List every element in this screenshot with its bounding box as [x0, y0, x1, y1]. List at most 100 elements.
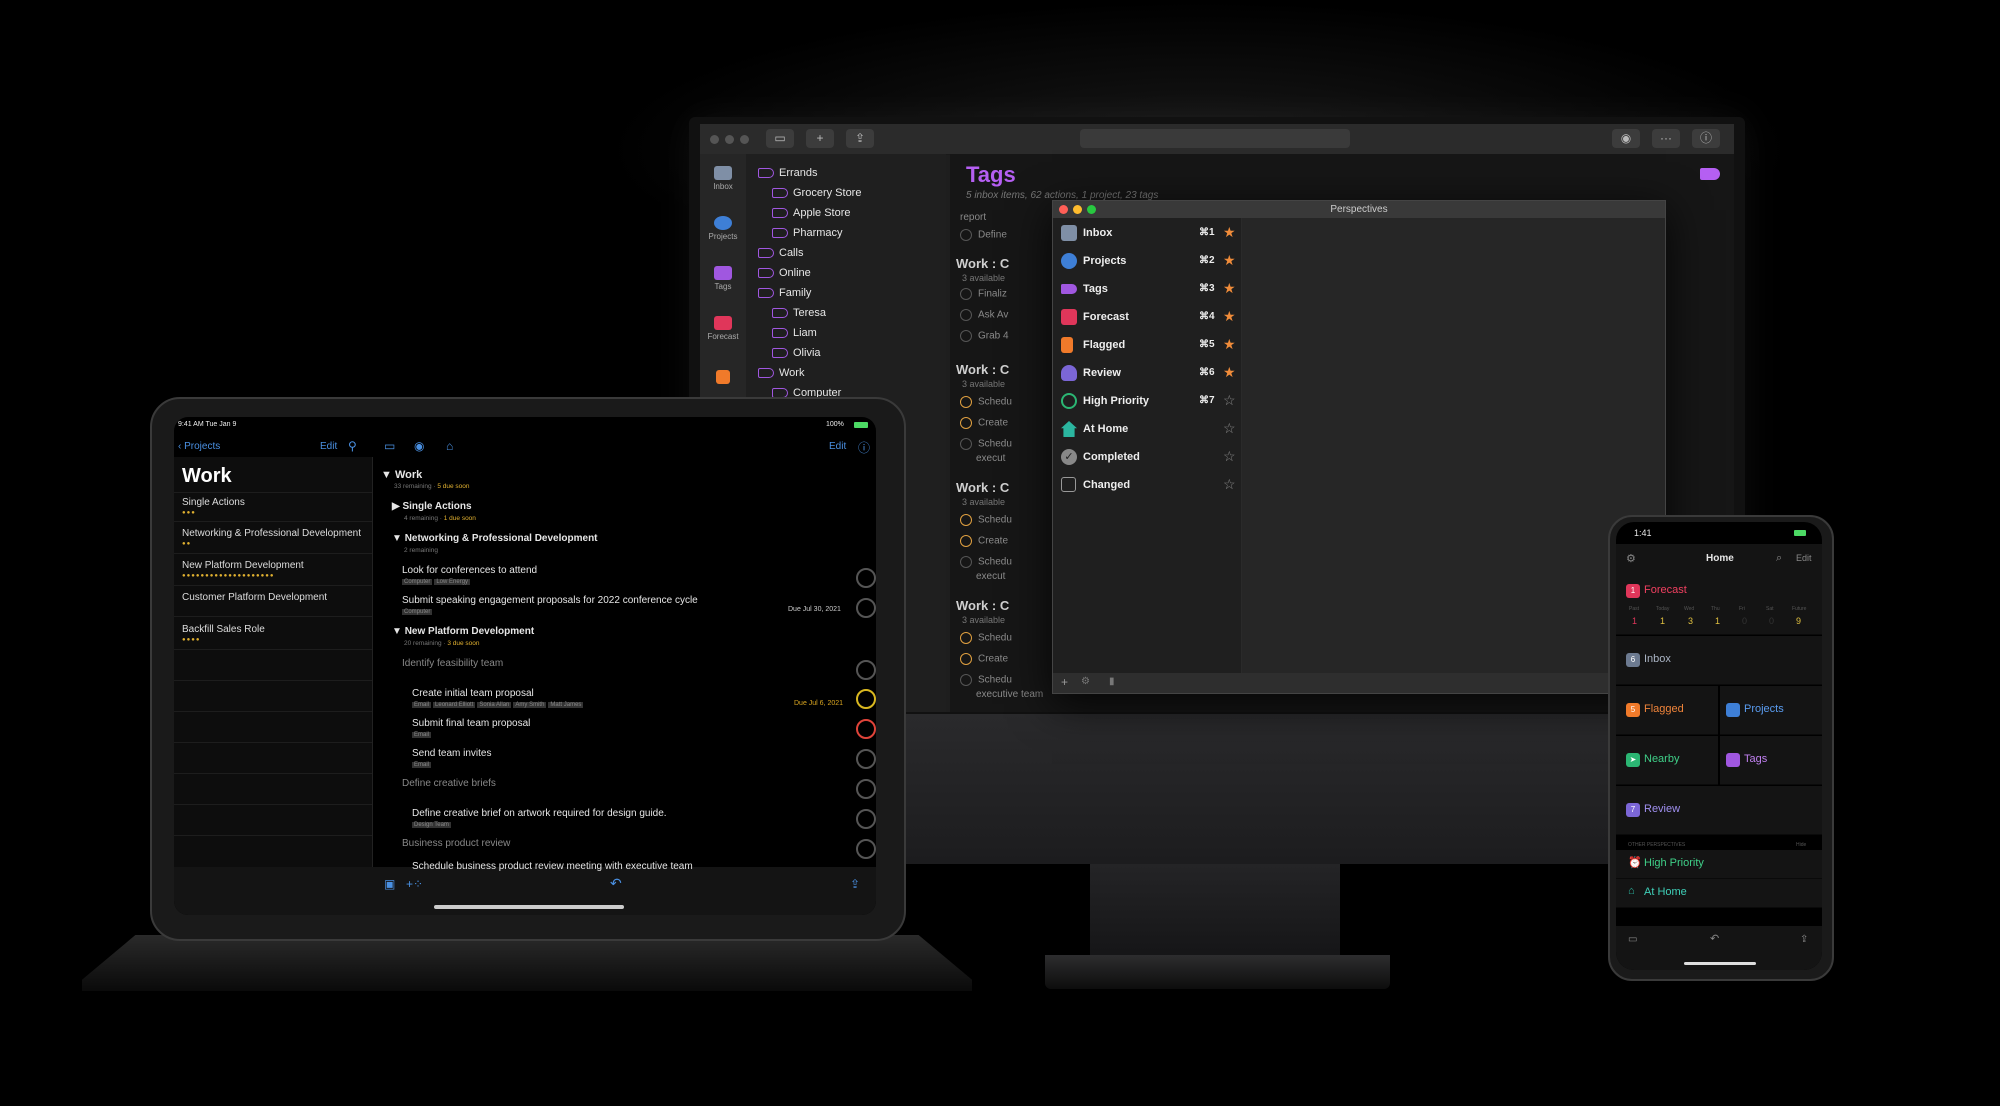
- list-item[interactable]: Define: [960, 229, 1007, 241]
- zoom-window-button[interactable]: [740, 135, 749, 144]
- tag-icon[interactable]: ▭: [1628, 934, 1637, 945]
- checkbox-circle-icon[interactable]: [960, 653, 972, 665]
- checkbox-circle-icon[interactable]: [960, 330, 972, 342]
- list-item[interactable]: Grab 4: [960, 330, 1009, 342]
- task-checkbox[interactable]: [856, 598, 876, 618]
- star-outline-icon[interactable]: ☆: [1223, 392, 1236, 409]
- perspective-card-flagged[interactable]: 5 Flagged: [1616, 686, 1718, 735]
- checkbox-circle-icon[interactable]: [960, 438, 972, 450]
- perspective-item-review[interactable]: Review ⌘6 ★: [1053, 360, 1241, 388]
- hide-button[interactable]: Hide: [1796, 842, 1806, 848]
- task-row[interactable]: Schedule business product review meeting…: [412, 861, 693, 872]
- sidebar-toggle-icon[interactable]: ▭: [384, 439, 395, 453]
- view-eye-icon[interactable]: ◉: [1612, 129, 1640, 148]
- info-icon[interactable]: ⓘ: [858, 439, 870, 456]
- task-row[interactable]: Look for conferences to attend: [402, 565, 537, 576]
- search-input[interactable]: [1080, 129, 1350, 148]
- star-icon[interactable]: ★: [1223, 336, 1236, 353]
- checkbox-circle-icon[interactable]: [960, 674, 972, 686]
- tag-row[interactable]: Family: [758, 287, 811, 299]
- perspective-card-inbox[interactable]: 6 Inbox: [1616, 636, 1822, 685]
- list-item[interactable]: Schedu: [960, 632, 1012, 644]
- perspective-item-inbox[interactable]: Inbox ⌘1 ★: [1053, 220, 1241, 248]
- perspective-card-projects[interactable]: Projects: [1720, 686, 1822, 735]
- star-icon[interactable]: ★: [1223, 364, 1236, 381]
- tag-row[interactable]: Online: [758, 267, 811, 279]
- sidebar-item-project[interactable]: Customer Platform Development: [182, 592, 327, 603]
- checkbox-circle-icon[interactable]: [960, 288, 972, 300]
- list-item[interactable]: Schedu: [960, 674, 1012, 686]
- group-header[interactable]: Work : C: [956, 362, 1009, 377]
- perspective-item-projects[interactable]: Projects ⌘2 ★: [1053, 248, 1241, 276]
- tag-row[interactable]: Grocery Store: [772, 187, 861, 199]
- task-checkbox[interactable]: [856, 689, 876, 709]
- sidebar-item-inbox[interactable]: Inbox: [700, 166, 746, 191]
- tag-row[interactable]: Apple Store: [772, 207, 850, 219]
- disclosure-triangle-icon[interactable]: ▶: [392, 501, 402, 512]
- info-icon[interactable]: ⓘ: [1692, 129, 1720, 148]
- star-outline-icon[interactable]: ☆: [1223, 476, 1236, 493]
- perspective-item-changed[interactable]: Changed ☆: [1053, 472, 1241, 500]
- inbox-tray-icon[interactable]: ⇪: [846, 129, 874, 148]
- sidebar-item-projects[interactable]: Projects: [700, 216, 746, 241]
- list-item[interactable]: Finaliz: [960, 288, 1007, 300]
- new-folder-icon[interactable]: ▣: [384, 877, 395, 891]
- add-icon[interactable]: +: [806, 129, 834, 148]
- perspective-item-forecast[interactable]: Forecast ⌘4 ★: [1053, 304, 1241, 332]
- task-checkbox[interactable]: [856, 719, 876, 739]
- list-item[interactable]: report: [960, 212, 986, 223]
- checkbox-circle-icon[interactable]: [960, 535, 972, 547]
- list-item[interactable]: Schedu: [960, 556, 1012, 568]
- settings-icon[interactable]: ⚙: [1081, 676, 1090, 687]
- add-action-icon[interactable]: +⁘: [406, 877, 423, 891]
- sidebar-item-tags[interactable]: Tags: [700, 266, 746, 291]
- perspective-item-high-priority[interactable]: High Priority ⌘7 ☆: [1053, 388, 1241, 416]
- tag-row[interactable]: Liam: [772, 327, 817, 339]
- action-group-row[interactable]: Define creative briefs: [402, 778, 496, 789]
- checkbox-circle-icon[interactable]: [960, 396, 972, 408]
- task-row[interactable]: Send team invites: [412, 748, 492, 759]
- list-item[interactable]: Create: [960, 653, 1008, 665]
- perspective-item-flagged[interactable]: Flagged ⌘5 ★: [1053, 332, 1241, 360]
- minimize-window-button[interactable]: [1073, 205, 1082, 214]
- list-item[interactable]: Schedu: [960, 396, 1012, 408]
- sidebar-item-project[interactable]: Backfill Sales Role: [182, 624, 265, 635]
- more-icon[interactable]: ···: [1652, 129, 1680, 148]
- task-checkbox[interactable]: [856, 568, 876, 588]
- close-window-button[interactable]: [710, 135, 719, 144]
- disclosure-triangle-icon[interactable]: ▼: [381, 469, 395, 481]
- edit-button[interactable]: Edit: [829, 441, 846, 452]
- perspective-card-tags[interactable]: Tags: [1720, 736, 1822, 785]
- edit-button[interactable]: Edit: [1796, 553, 1812, 563]
- quick-entry-icon[interactable]: ⇪: [850, 877, 860, 891]
- perspective-card-nearby[interactable]: ➤ Nearby: [1616, 736, 1718, 785]
- star-icon[interactable]: ★: [1223, 280, 1236, 297]
- perspective-row-at-home[interactable]: ⌂ At Home: [1616, 879, 1822, 908]
- sidebar-item-forecast[interactable]: Forecast: [700, 316, 746, 341]
- tag-row[interactable]: Calls: [758, 247, 803, 259]
- edit-button[interactable]: Edit: [320, 441, 337, 452]
- tag-row[interactable]: Errands: [758, 167, 818, 179]
- tag-row[interactable]: Teresa: [772, 307, 826, 319]
- project-row[interactable]: ▼ Networking & Professional Development: [392, 533, 598, 544]
- checkbox-circle-icon[interactable]: [960, 229, 972, 241]
- checkbox-circle-icon[interactable]: [960, 632, 972, 644]
- task-checkbox[interactable]: [856, 809, 876, 829]
- disclosure-triangle-icon[interactable]: ▼: [392, 533, 405, 544]
- star-outline-icon[interactable]: ☆: [1223, 420, 1236, 437]
- perspective-item-tags[interactable]: Tags ⌘3 ★: [1053, 276, 1241, 304]
- star-outline-icon[interactable]: ☆: [1223, 448, 1236, 465]
- zoom-window-button[interactable]: [1087, 205, 1096, 214]
- task-row[interactable]: Submit final team proposal: [412, 718, 530, 729]
- task-checkbox[interactable]: [856, 839, 876, 859]
- star-icon[interactable]: ★: [1223, 252, 1236, 269]
- sidebar-item-project[interactable]: Single Actions: [182, 497, 245, 508]
- action-group-row[interactable]: Business product review: [402, 838, 510, 849]
- perspective-card-review[interactable]: 7 Review: [1616, 786, 1822, 835]
- perspective-card-forecast[interactable]: 1 Forecast Past Today Wed Thu Fri Sat Fu…: [1616, 574, 1822, 635]
- folder-row[interactable]: ▼ Work: [381, 469, 422, 481]
- sidebar-toggle-button[interactable]: ▭: [766, 129, 794, 148]
- perspective-row-high-priority[interactable]: ⏰ High Priority: [1616, 850, 1822, 879]
- sidebar-item-flagged[interactable]: [700, 370, 746, 386]
- task-checkbox[interactable]: [856, 779, 876, 799]
